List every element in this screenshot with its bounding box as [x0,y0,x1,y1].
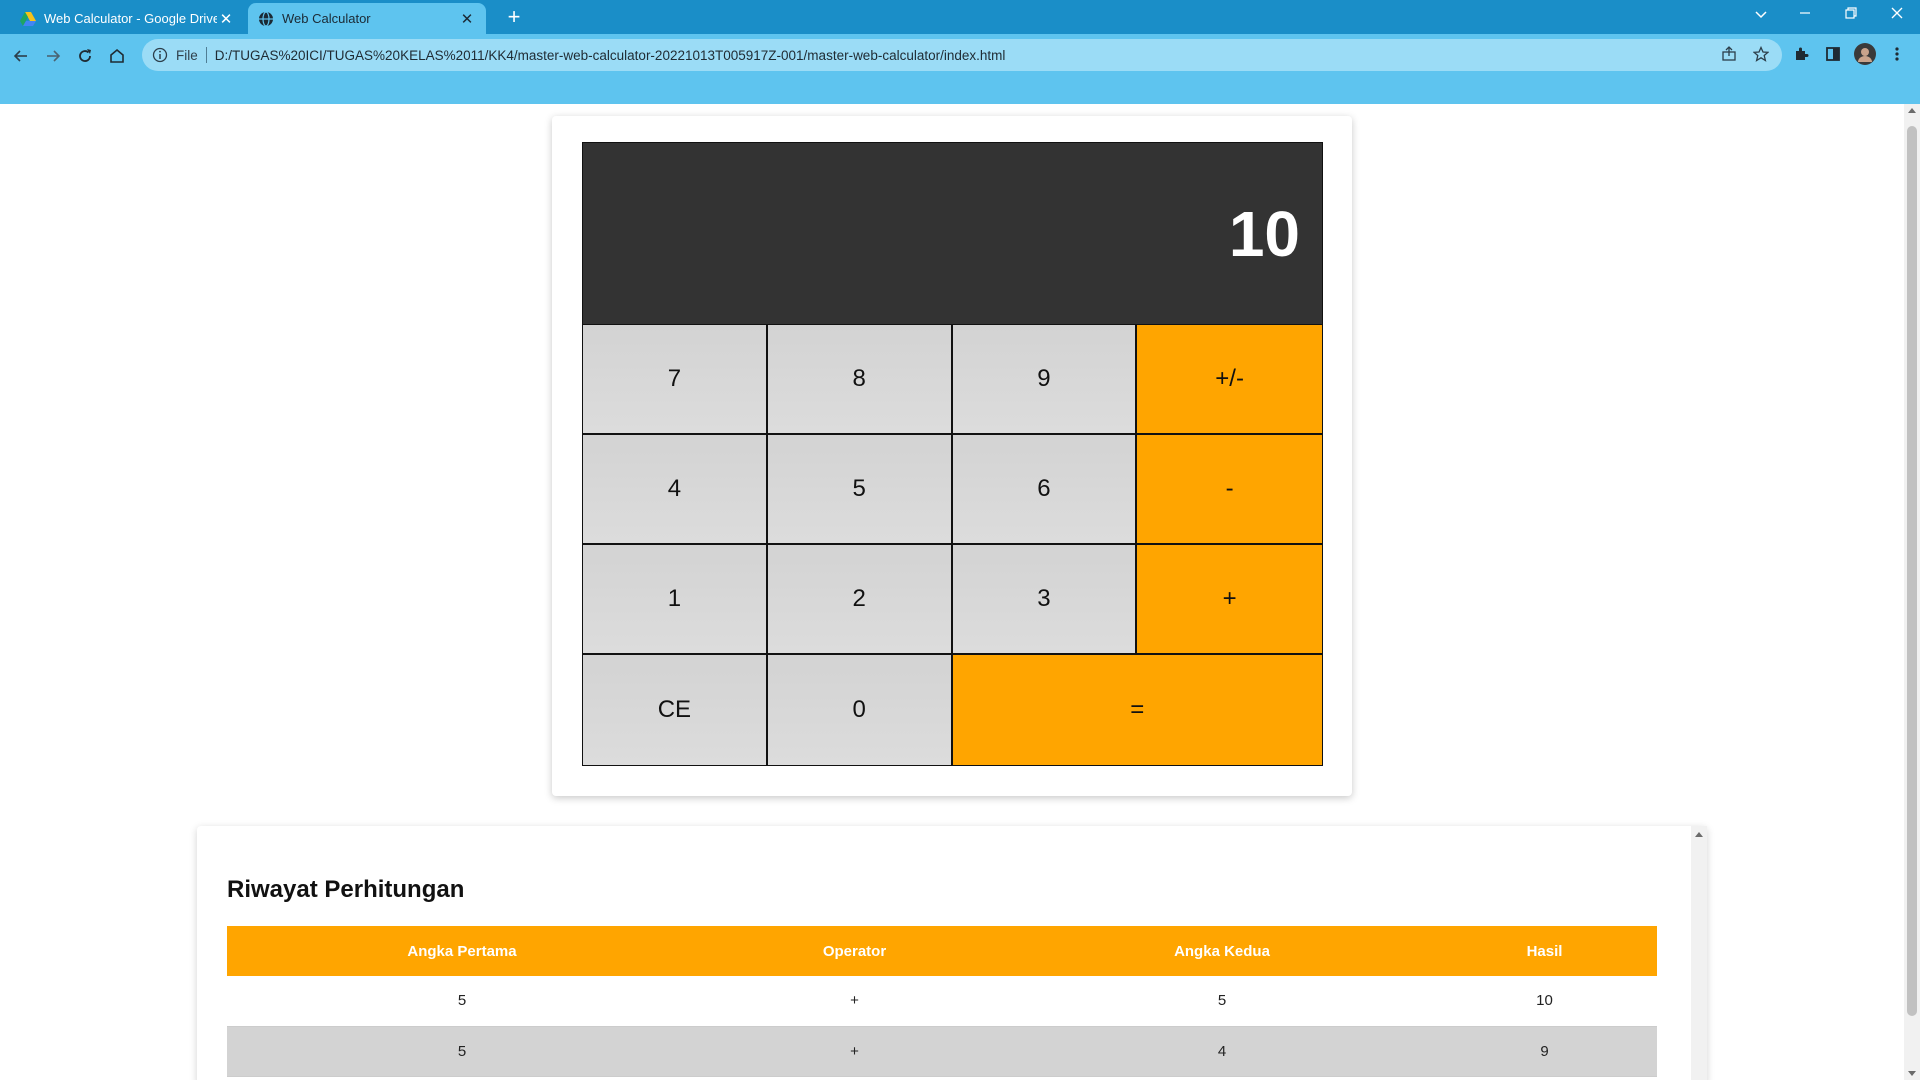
new-tab-button[interactable]: + [500,5,528,31]
table-cell: + [697,1026,1012,1077]
key-1[interactable]: 1 [583,545,768,655]
column-header: Operator [697,926,1012,976]
close-icon[interactable]: ✕ [458,10,476,28]
table-cell: 10 [1432,976,1657,1027]
google-drive-icon [20,11,36,26]
close-icon[interactable]: ✕ [217,10,235,28]
calculator-display: 10 [583,143,1322,325]
table-cell: 9 [1432,1026,1657,1077]
divider [205,47,207,63]
back-arrow-icon[interactable] [6,41,36,71]
tab-search-chevron-icon[interactable] [1738,0,1784,30]
history-title: Riwayat Perhitungan [227,876,465,903]
page-scrollbar[interactable] [1904,104,1920,1080]
key-negate[interactable]: +/- [1137,325,1322,435]
key-6[interactable]: 6 [952,435,1138,545]
tab-title: Web Calculator [282,11,371,26]
restore-icon[interactable] [1828,0,1874,30]
key-2[interactable]: 2 [767,545,953,655]
address-bar[interactable]: File D:/TUGAS%20ICI/TUGAS%20KELAS%2011/K… [142,39,1782,71]
key-4[interactable]: 4 [583,435,768,545]
scroll-down-arrow-icon[interactable] [1908,1071,1916,1076]
browser-toolbar: File D:/TUGAS%20ICI/TUGAS%20KELAS%2011/K… [0,34,1920,104]
table-cell: 5 [227,976,697,1027]
table-row: 5 + 5 10 [227,976,1657,1027]
column-header: Angka Kedua [1012,926,1432,976]
side-panel-icon[interactable] [1820,41,1846,67]
url-text[interactable]: D:/TUGAS%20ICI/TUGAS%20KELAS%2011/KK4/ma… [215,48,1006,63]
share-icon[interactable] [1716,41,1742,67]
page-viewport: 10 7 8 9 +/- 4 5 6 - 1 2 3 + CE 0 = Riwa… [0,104,1904,1080]
column-header: Hasil [1432,926,1657,976]
table-cell: 4 [1012,1026,1432,1077]
column-header: Angka Pertama [227,926,697,976]
scroll-up-arrow-icon[interactable] [1695,832,1703,837]
scrollbar-thumb[interactable] [1907,126,1917,1016]
history-card: Riwayat Perhitungan Angka Pertama Operat… [197,826,1707,1080]
calculator: 10 7 8 9 +/- 4 5 6 - 1 2 3 + CE 0 = [582,142,1323,766]
key-add[interactable]: + [1137,545,1322,655]
more-menu-icon[interactable] [1884,41,1910,67]
keypad: 7 8 9 +/- 4 5 6 - 1 2 3 + CE 0 = [583,325,1322,765]
key-clear[interactable]: CE [583,655,768,765]
table-row: 5 + 4 9 [227,1026,1657,1077]
key-3[interactable]: 3 [952,545,1138,655]
globe-icon [259,10,273,27]
tab-web-calculator[interactable]: Web Calculator ✕ [248,3,486,34]
key-9[interactable]: 9 [952,325,1138,435]
info-icon[interactable] [152,47,168,63]
calculator-card: 10 7 8 9 +/- 4 5 6 - 1 2 3 + CE 0 = [552,116,1352,796]
table-cell: + [697,976,1012,1027]
url-scheme: File [176,47,198,63]
tab-title: Web Calculator - Google Drive [44,11,217,26]
bookmark-star-icon[interactable] [1748,41,1774,67]
forward-arrow-icon[interactable] [38,41,68,71]
window-close-icon[interactable] [1874,0,1920,30]
tab-google-drive[interactable]: Web Calculator - Google Drive ✕ [10,3,245,34]
extensions-puzzle-icon[interactable] [1788,41,1814,67]
browser-titlebar: Web Calculator - Google Drive ✕ Web Calc… [0,0,1920,34]
scroll-up-arrow-icon[interactable] [1908,108,1916,113]
history-scrollbar[interactable] [1691,826,1707,1080]
home-icon[interactable] [102,41,132,71]
history-header-row: Angka Pertama Operator Angka Kedua Hasil [227,926,1657,976]
key-7[interactable]: 7 [583,325,768,435]
table-cell: 5 [227,1026,697,1077]
reload-icon[interactable] [70,41,100,71]
table-cell: 5 [1012,976,1432,1027]
minimize-icon[interactable] [1782,0,1828,30]
key-8[interactable]: 8 [767,325,953,435]
history-table: Angka Pertama Operator Angka Kedua Hasil… [227,926,1657,1077]
profile-avatar[interactable] [1852,41,1878,67]
key-5[interactable]: 5 [767,435,953,545]
key-equals[interactable]: = [952,655,1322,765]
key-subtract[interactable]: - [1137,435,1322,545]
key-0[interactable]: 0 [767,655,953,765]
